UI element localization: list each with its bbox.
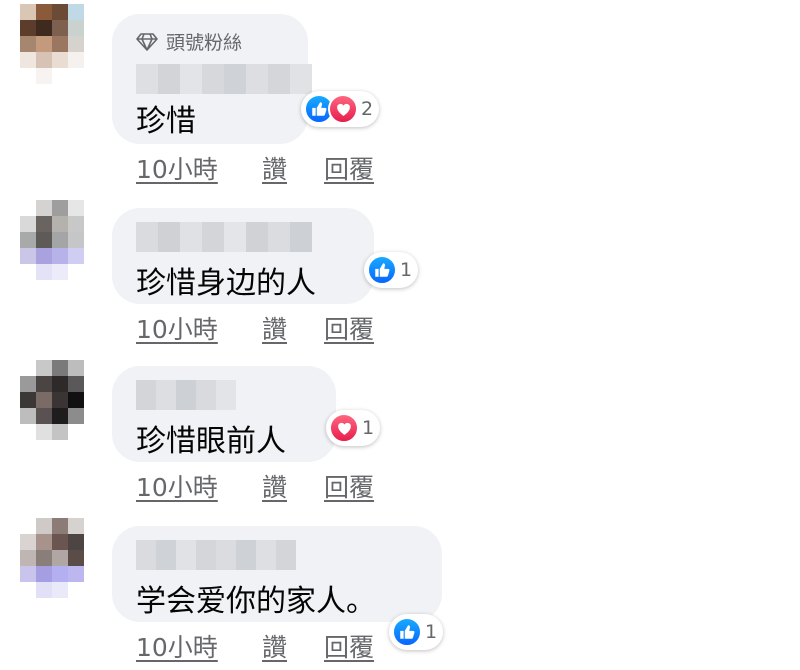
comment-bubble: 珍惜身边的人 <box>112 208 374 304</box>
timestamp-link[interactable]: 10小時 <box>136 150 262 186</box>
reaction-count: 1 <box>400 259 413 281</box>
reaction-summary[interactable]: 1 <box>389 614 444 650</box>
like-button[interactable]: 讚 <box>262 468 324 504</box>
reaction-summary[interactable]: 2 <box>301 91 380 127</box>
like-button[interactable]: 讚 <box>262 150 324 186</box>
comment-actions: 10小時 讚 回覆 <box>136 628 374 664</box>
comment-bubble: 頭號粉絲 珍惜 <box>112 14 312 144</box>
comment-text: 珍惜 <box>136 104 196 139</box>
avatar[interactable] <box>20 200 100 280</box>
top-fan-badge: 頭號粉絲 <box>136 28 242 55</box>
timestamp-link[interactable]: 10小時 <box>136 628 262 664</box>
comment-actions: 10小時 讚 回覆 <box>136 310 374 346</box>
comment-actions: 10小時 讚 回覆 <box>136 150 374 186</box>
timestamp-link[interactable]: 10小時 <box>136 310 262 346</box>
reaction-count: 1 <box>425 621 438 643</box>
comment-bubble: 珍惜眼前人 <box>112 366 336 462</box>
commenter-name-blurred[interactable] <box>136 380 236 410</box>
timestamp-link[interactable]: 10小時 <box>136 468 262 504</box>
love-icon <box>329 413 359 443</box>
like-button[interactable]: 讚 <box>262 310 324 346</box>
reaction-count: 2 <box>361 98 374 120</box>
reply-button[interactable]: 回覆 <box>324 468 374 504</box>
comment-text: 珍惜眼前人 <box>136 424 286 459</box>
reaction-count: 1 <box>362 417 375 439</box>
reaction-summary[interactable]: 1 <box>326 410 381 446</box>
commenter-name-blurred[interactable] <box>136 222 312 252</box>
comment-bubble: 学会爱你的家人。 <box>112 526 442 622</box>
commenter-name-blurred[interactable] <box>136 64 312 94</box>
avatar[interactable] <box>20 360 100 440</box>
comment-text: 珍惜身边的人 <box>136 266 316 301</box>
reply-button[interactable]: 回覆 <box>324 628 374 664</box>
avatar[interactable] <box>20 4 100 84</box>
avatar[interactable] <box>20 518 100 598</box>
badge-label: 頭號粉絲 <box>166 32 243 54</box>
reply-button[interactable]: 回覆 <box>324 150 374 186</box>
reply-button[interactable]: 回覆 <box>324 310 374 346</box>
like-button[interactable]: 讚 <box>262 628 324 664</box>
love-icon <box>328 94 358 124</box>
comment-actions: 10小時 讚 回覆 <box>136 468 374 504</box>
like-icon <box>392 617 422 647</box>
like-icon <box>367 255 397 285</box>
reaction-summary[interactable]: 1 <box>364 252 419 288</box>
comment-text: 学会爱你的家人。 <box>136 584 376 619</box>
commenter-name-blurred[interactable] <box>136 540 296 570</box>
diamond-icon <box>136 32 158 51</box>
